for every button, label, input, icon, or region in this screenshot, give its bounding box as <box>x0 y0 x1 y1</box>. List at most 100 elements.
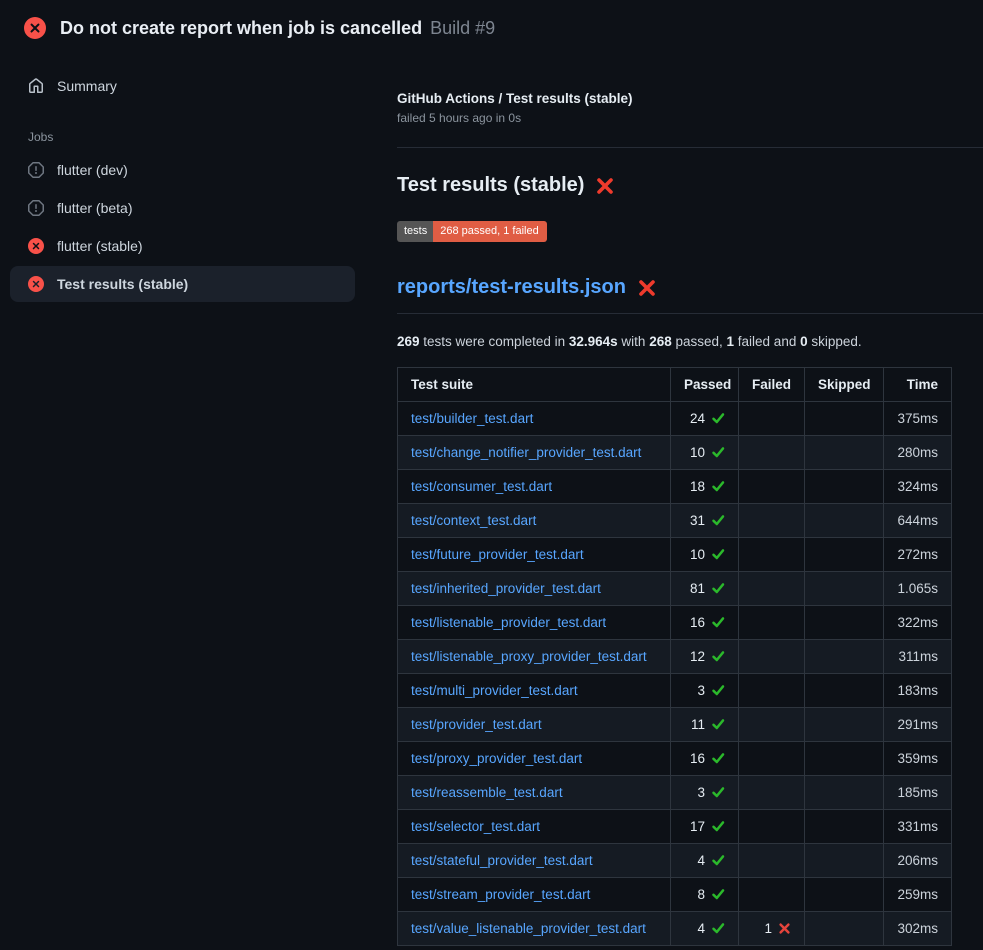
cell-passed: 12 <box>671 640 739 674</box>
check-icon <box>711 615 725 629</box>
sidebar-job-item[interactable]: flutter (dev) <box>10 152 355 188</box>
cell-failed <box>739 844 805 878</box>
check-icon <box>711 921 725 935</box>
cell-skipped <box>805 878 884 912</box>
test-suite-link[interactable]: test/proxy_provider_test.dart <box>411 751 582 766</box>
cell-test-suite: test/change_notifier_provider_test.dart <box>398 436 671 470</box>
cell-failed <box>739 776 805 810</box>
col-header-test-suite: Test suite <box>398 368 671 402</box>
cell-test-suite: test/builder_test.dart <box>398 402 671 436</box>
test-suite-link[interactable]: test/provider_test.dart <box>411 717 542 732</box>
cell-skipped <box>805 912 884 946</box>
sidebar-job-item[interactable]: flutter (stable) <box>10 228 355 264</box>
table-row: test/provider_test.dart 11 291ms <box>398 708 952 742</box>
check-icon <box>711 887 725 901</box>
cell-time: 322ms <box>884 606 952 640</box>
sidebar-item-label: Summary <box>57 78 117 94</box>
check-icon <box>711 751 725 765</box>
sidebar-job-item[interactable]: flutter (beta) <box>10 190 355 226</box>
table-row: test/future_provider_test.dart 10 272ms <box>398 538 952 572</box>
cell-test-suite: test/value_listenable_provider_test.dart <box>398 912 671 946</box>
test-suite-link[interactable]: test/multi_provider_test.dart <box>411 683 578 698</box>
test-suite-link[interactable]: test/value_listenable_provider_test.dart <box>411 921 646 936</box>
cell-test-suite: test/inherited_provider_test.dart <box>398 572 671 606</box>
test-suite-link[interactable]: test/stateful_provider_test.dart <box>411 853 593 868</box>
failed-cross-icon <box>637 278 657 298</box>
cell-time: 302ms <box>884 912 952 946</box>
table-row: test/change_notifier_provider_test.dart … <box>398 436 952 470</box>
cell-failed <box>739 674 805 708</box>
check-icon <box>711 581 725 595</box>
cell-test-suite: test/listenable_proxy_provider_test.dart <box>398 640 671 674</box>
cell-time: 206ms <box>884 844 952 878</box>
cell-test-suite: test/proxy_provider_test.dart <box>398 742 671 776</box>
cell-time: 644ms <box>884 504 952 538</box>
cell-skipped <box>805 742 884 776</box>
job-label: flutter (beta) <box>57 200 132 216</box>
cell-passed: 17 <box>671 810 739 844</box>
table-row: test/listenable_provider_test.dart 16 32… <box>398 606 952 640</box>
report-file-link[interactable]: reports/test-results.json <box>397 276 626 299</box>
table-row: test/stream_provider_test.dart 8 259ms <box>398 878 952 912</box>
cell-failed <box>739 878 805 912</box>
x-mark-icon <box>778 922 791 935</box>
breadcrumb: GitHub Actions / Test results (stable) <box>397 91 983 106</box>
cell-passed: 81 <box>671 572 739 606</box>
test-suite-link[interactable]: test/inherited_provider_test.dart <box>411 581 601 596</box>
cell-failed <box>739 504 805 538</box>
sidebar-job-item[interactable]: Test results (stable) <box>10 266 355 302</box>
cell-failed <box>739 572 805 606</box>
col-header-skipped: Skipped <box>805 368 884 402</box>
cell-test-suite: test/provider_test.dart <box>398 708 671 742</box>
failed-status-icon <box>28 238 44 254</box>
tests-badge: tests 268 passed, 1 failed <box>397 221 547 242</box>
test-suite-link[interactable]: test/selector_test.dart <box>411 819 540 834</box>
check-icon <box>711 683 725 697</box>
cell-time: 272ms <box>884 538 952 572</box>
check-icon <box>711 717 725 731</box>
test-suite-link[interactable]: test/listenable_proxy_provider_test.dart <box>411 649 647 664</box>
cell-failed <box>739 606 805 640</box>
report-heading: reports/test-results.json <box>397 276 983 314</box>
failed-status-icon <box>28 276 44 292</box>
section-title: Test results (stable) <box>397 174 983 197</box>
cell-passed: 31 <box>671 504 739 538</box>
cell-time: 183ms <box>884 674 952 708</box>
cell-failed <box>739 742 805 776</box>
col-header-passed: Passed <box>671 368 739 402</box>
test-suite-link[interactable]: test/context_test.dart <box>411 513 536 528</box>
cell-passed: 3 <box>671 674 739 708</box>
cell-test-suite: test/selector_test.dart <box>398 810 671 844</box>
test-suite-link[interactable]: test/reassemble_test.dart <box>411 785 563 800</box>
table-row: test/selector_test.dart 17 331ms <box>398 810 952 844</box>
badge-label: tests <box>397 221 433 242</box>
cancelled-icon <box>28 162 44 178</box>
table-row: test/inherited_provider_test.dart 81 1.0… <box>398 572 952 606</box>
cell-failed <box>739 538 805 572</box>
test-suite-link[interactable]: test/listenable_provider_test.dart <box>411 615 606 630</box>
cell-passed: 3 <box>671 776 739 810</box>
cell-skipped <box>805 606 884 640</box>
table-row: test/context_test.dart 31 644ms <box>398 504 952 538</box>
table-row: test/builder_test.dart 24 375ms <box>398 402 952 436</box>
test-suite-link[interactable]: test/future_provider_test.dart <box>411 547 584 562</box>
check-icon <box>711 513 725 527</box>
job-label: flutter (dev) <box>57 162 128 178</box>
jobs-list: flutter (dev) flutter (beta) flutter (st… <box>0 152 365 302</box>
cell-failed <box>739 640 805 674</box>
test-suite-link[interactable]: test/consumer_test.dart <box>411 479 552 494</box>
cell-skipped <box>805 504 884 538</box>
table-row: test/listenable_proxy_provider_test.dart… <box>398 640 952 674</box>
test-suite-link[interactable]: test/change_notifier_provider_test.dart <box>411 445 641 460</box>
check-suite-title: Do not create report when job is cancell… <box>60 18 422 38</box>
cell-test-suite: test/stateful_provider_test.dart <box>398 844 671 878</box>
cell-test-suite: test/consumer_test.dart <box>398 470 671 504</box>
cell-failed: 1 <box>739 912 805 946</box>
cell-time: 331ms <box>884 810 952 844</box>
cell-failed <box>739 402 805 436</box>
test-suite-link[interactable]: test/stream_provider_test.dart <box>411 887 590 902</box>
cell-test-suite: test/context_test.dart <box>398 504 671 538</box>
page-title: Do not create report when job is cancell… <box>60 18 495 39</box>
sidebar-item-summary[interactable]: Summary <box>10 68 355 104</box>
test-suite-link[interactable]: test/builder_test.dart <box>411 411 533 426</box>
